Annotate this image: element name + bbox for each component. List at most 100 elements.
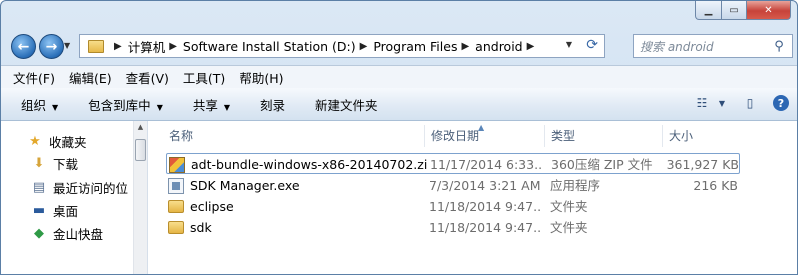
file-row[interactable]: SDK Manager.exe 7/3/2014 3:21 AM 应用程序 21… <box>166 175 740 196</box>
nav-item-label: 下载 <box>53 156 79 172</box>
nav-item-downloads[interactable]: ⬇ 下载 <box>31 153 78 173</box>
file-type: 360压缩 ZIP 文件 <box>551 157 653 172</box>
explorer-window: ▁ ▭ ✕ ← → ▼ ▶ 计算机 ▶ Software Install Sta… <box>0 0 798 275</box>
folder-icon <box>168 221 184 234</box>
search-box[interactable]: 搜索 android ⚲ <box>633 34 793 58</box>
address-row: ← → ▼ ▶ 计算机 ▶ Software Install Station (… <box>9 32 793 60</box>
file-name-cell: sdk <box>168 217 426 238</box>
file-name: adt-bundle-windows-x86-20140702.zip <box>191 157 427 172</box>
chevron-right-icon[interactable]: ▶ <box>114 41 122 52</box>
file-name-cell: eclipse <box>168 196 426 217</box>
chevron-right-icon[interactable]: ▶ <box>360 41 368 52</box>
nav-item-recent-places[interactable]: ▤ 最近访问的位 <box>31 177 128 197</box>
dropdown-arrow-icon: ▼ <box>223 102 231 112</box>
file-size <box>660 217 738 238</box>
file-list: 名称 修改日期 ▲ 类型 大小 adt-bundle-windows-x86-2… <box>148 121 797 274</box>
file-date: 11/18/2014 9:47... <box>429 220 541 235</box>
nav-favorites[interactable]: ★ 收藏夹 <box>27 131 87 151</box>
arrow-left-icon: ← <box>17 38 30 55</box>
file-row[interactable]: adt-bundle-windows-x86-20140702.zip 11/1… <box>166 153 740 174</box>
file-date: 11/18/2014 9:47... <box>429 199 541 214</box>
nav-item-desktop[interactable]: ▬ 桌面 <box>31 200 78 220</box>
chevron-right-icon[interactable]: ▶ <box>169 41 177 52</box>
file-row[interactable]: eclipse 11/18/2014 9:47... 文件夹 <box>166 196 740 217</box>
search-input[interactable]: 搜索 android <box>634 38 772 55</box>
file-size: 216 KB <box>693 178 738 193</box>
kuaipan-icon: ◆ <box>34 225 44 241</box>
chevron-right-icon[interactable]: ▶ <box>527 41 535 52</box>
nav-item-label: 金山快盘 <box>53 226 104 242</box>
column-date-modified[interactable]: 修改日期 <box>425 125 545 147</box>
back-button[interactable]: ← <box>11 34 36 59</box>
column-size[interactable]: 大小 <box>663 125 753 147</box>
breadcrumb-computer[interactable]: 计算机 <box>128 37 166 56</box>
refresh-icon[interactable]: ⟳ <box>586 37 598 53</box>
help-icon[interactable]: ? <box>773 95 789 111</box>
file-name-cell: SDK Manager.exe <box>168 175 426 196</box>
exe-icon <box>168 177 184 194</box>
menu-file[interactable]: 文件(F) <box>13 68 55 87</box>
file-date: 11/17/2014 6:33... <box>430 157 542 172</box>
download-folder-icon: ⬇ <box>33 155 45 171</box>
chevron-right-icon[interactable]: ▶ <box>461 41 469 52</box>
menu-help[interactable]: 帮助(H) <box>239 68 283 87</box>
new-folder-button[interactable]: 新建文件夹 <box>315 95 378 114</box>
arrow-right-icon: → <box>45 38 58 55</box>
folder-icon <box>88 39 104 53</box>
menu-edit[interactable]: 编辑(E) <box>69 68 112 87</box>
file-name: SDK Manager.exe <box>190 178 300 193</box>
maximize-button[interactable]: ▭ <box>722 1 747 20</box>
dropdown-arrow-icon: ▼ <box>52 102 59 112</box>
search-icon[interactable]: ⚲ <box>772 39 786 54</box>
dropdown-arrow-icon: ▼ <box>156 102 163 112</box>
column-headers: 名称 修改日期 ▲ 类型 大小 <box>148 123 797 147</box>
nav-favorites-label: 收藏夹 <box>49 134 87 150</box>
minimize-button[interactable]: ▁ <box>695 1 722 20</box>
breadcrumb-program-files[interactable]: Program Files <box>373 39 457 54</box>
share-label: 共享 <box>192 97 218 113</box>
navigation-pane: ★ 收藏夹 ⬇ 下载 ▤ 最近访问的位 ▬ 桌面 ◆ 金山快盘 ▲ <box>1 121 148 274</box>
recent-places-icon: ▤ <box>32 179 46 195</box>
file-type: 应用程序 <box>550 178 601 193</box>
breadcrumb-drive[interactable]: Software Install Station (D:) <box>183 39 356 54</box>
column-type[interactable]: 类型 <box>545 125 663 147</box>
sort-arrow-icon: ▲ <box>478 123 485 132</box>
folder-icon <box>168 200 184 213</box>
file-name: eclipse <box>190 199 234 214</box>
include-in-library-button[interactable]: 包含到库中 ▼ <box>88 95 163 114</box>
organize-label: 组织 <box>21 97 47 113</box>
nav-item-label: 最近访问的位 <box>53 180 129 196</box>
organize-button[interactable]: 组织 ▼ <box>21 95 58 114</box>
file-name: sdk <box>190 220 212 235</box>
view-options-icon[interactable]: ☷ <box>693 94 711 112</box>
file-date: 7/3/2014 3:21 AM <box>429 178 541 193</box>
file-size: 361,927 KB <box>666 157 739 172</box>
preview-pane-icon[interactable]: ▯ <box>741 94 759 112</box>
column-name[interactable]: 名称 <box>163 125 425 147</box>
nav-item-kuaipan[interactable]: ◆ 金山快盘 <box>31 223 103 243</box>
scroll-thumb[interactable] <box>135 139 146 161</box>
view-controls: ☷ ▼ ▯ ? <box>683 94 789 112</box>
command-bar: 组织 ▼ 包含到库中 ▼ 共享 ▼ 刻录 新建文件夹 ☷ ▼ ▯ ? <box>1 88 797 121</box>
burn-button[interactable]: 刻录 <box>260 95 285 114</box>
menu-tools[interactable]: 工具(T) <box>183 68 225 87</box>
nav-scrollbar[interactable]: ▲ <box>133 121 147 274</box>
file-type: 文件夹 <box>550 199 588 214</box>
address-history-dropdown[interactable]: ▼ <box>566 40 572 49</box>
scroll-up-icon[interactable]: ▲ <box>134 123 147 131</box>
caption-buttons: ▁ ▭ ✕ <box>695 1 791 21</box>
file-row[interactable]: sdk 11/18/2014 9:47... 文件夹 <box>166 217 740 238</box>
share-button[interactable]: 共享 ▼ <box>193 95 230 114</box>
breadcrumb-android[interactable]: android <box>475 39 522 54</box>
nav-item-label: 桌面 <box>53 203 79 219</box>
address-bar[interactable]: ▶ 计算机 ▶ Software Install Station (D:) ▶ … <box>79 34 605 58</box>
forward-button[interactable]: → <box>39 34 64 59</box>
close-button[interactable]: ✕ <box>747 1 791 20</box>
menu-view[interactable]: 查看(V) <box>126 68 169 87</box>
file-size <box>660 196 738 217</box>
desktop-icon: ▬ <box>32 202 46 218</box>
star-icon: ★ <box>29 133 41 149</box>
recent-pages-dropdown[interactable]: ▼ <box>64 41 70 50</box>
file-name-cell: adt-bundle-windows-x86-20140702.zip <box>169 154 427 175</box>
view-options-dropdown-icon[interactable]: ▼ <box>713 94 731 112</box>
